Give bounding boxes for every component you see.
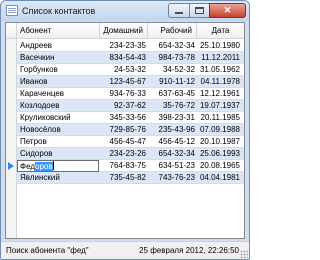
- column-header-home[interactable]: Домашний: [100, 23, 148, 39]
- table-row[interactable]: Васечкин 834-54-43 984-73-78 11.12.2011: [17, 52, 244, 64]
- cell-home-phone[interactable]: 764-83-75: [101, 160, 146, 172]
- minimize-icon: [175, 12, 183, 14]
- cell-name[interactable]: Явлинский: [20, 172, 98, 184]
- cell-date[interactable]: 04.11.1978: [197, 76, 240, 88]
- maximize-button[interactable]: [189, 3, 210, 18]
- cell-home-phone[interactable]: 735-45-82: [101, 172, 146, 184]
- cell-date[interactable]: 11.12.2011: [197, 52, 240, 64]
- cell-date[interactable]: 25.06.1993: [197, 148, 240, 160]
- table-row[interactable]: Явлинский 735-45-82 743-76-23 04.04.1981: [17, 172, 244, 184]
- cell-date[interactable]: 12.12.1961: [197, 88, 240, 100]
- cell-home-phone[interactable]: 123-45-67: [101, 76, 146, 88]
- cell-work-phone[interactable]: 637-63-45: [150, 88, 195, 100]
- resize-grip-icon[interactable]: [240, 250, 248, 258]
- cell-date[interactable]: 19.07.1937: [197, 100, 240, 112]
- cell-home-phone[interactable]: 92-37-62: [101, 100, 146, 112]
- cell-date[interactable]: 20.11.1985: [197, 112, 240, 124]
- cell-date[interactable]: 20.08.1965: [197, 160, 240, 172]
- table-row[interactable]: Федоров 764-83-75 634-51-23 20.08.1965: [17, 160, 244, 172]
- cell-work-phone[interactable]: 456-45-12: [150, 136, 195, 148]
- cell-work-phone[interactable]: 743-76-23: [150, 172, 195, 184]
- cell-work-phone[interactable]: 398-23-31: [150, 112, 195, 124]
- autocomplete-selection: оров: [35, 162, 53, 171]
- cell-name[interactable]: Иванов: [20, 76, 98, 88]
- contacts-grid[interactable]: Абонент Домашний Рабочий Дата Андреев 234…: [5, 22, 245, 239]
- cell-name[interactable]: Андреев: [20, 40, 98, 52]
- table-row[interactable]: Иванов 123-45-67 910-11-12 04.11.1978: [17, 76, 244, 88]
- cell-work-phone[interactable]: 34-52-32: [150, 64, 195, 76]
- minimize-button[interactable]: [168, 3, 190, 18]
- close-button[interactable]: ✕: [209, 3, 246, 18]
- cell-name[interactable]: Федоров: [17, 160, 99, 172]
- cell-name[interactable]: Петров: [20, 136, 98, 148]
- column-header-date[interactable]: Дата: [197, 23, 244, 39]
- cell-date[interactable]: 20.10.1987: [197, 136, 240, 148]
- cell-name[interactable]: Круликовский: [20, 112, 98, 124]
- cell-name[interactable]: Васечкин: [20, 52, 98, 64]
- contacts-window: Список контактов ✕ Абонент Домашний Рабо…: [0, 0, 250, 260]
- grid-header: Абонент Домашний Рабочий Дата: [6, 23, 244, 39]
- cell-name[interactable]: Сидоров: [20, 148, 98, 160]
- window-title: Список контактов: [22, 6, 96, 16]
- cell-work-phone[interactable]: 984-73-78: [150, 52, 195, 64]
- cell-home-phone[interactable]: 234-23-35: [101, 40, 146, 52]
- cell-home-phone[interactable]: 456-45-47: [101, 136, 146, 148]
- cell-home-phone[interactable]: 834-54-43: [101, 52, 146, 64]
- cell-work-phone[interactable]: 35-76-72: [150, 100, 195, 112]
- cell-date[interactable]: 04.04.1981: [197, 172, 240, 184]
- cell-work-phone[interactable]: 235-43-96: [150, 124, 195, 136]
- cell-name[interactable]: Козлодоев: [20, 100, 98, 112]
- cell-date[interactable]: 25.10.1980: [197, 40, 240, 52]
- table-row[interactable]: Петров 456-45-47 456-45-12 20.10.1987: [17, 136, 244, 148]
- title-bar[interactable]: Список контактов ✕: [1, 1, 249, 21]
- cell-work-phone[interactable]: 654-32-34: [150, 148, 195, 160]
- name-edit-field[interactable]: Федоров: [17, 160, 99, 172]
- row-indicator-column: [6, 23, 17, 238]
- table-row[interactable]: Сидоров 234-23-26 654-32-34 25.06.1993: [17, 148, 244, 160]
- typed-text: Фед: [20, 162, 36, 171]
- cell-home-phone[interactable]: 24-53-32: [101, 64, 146, 76]
- cell-date[interactable]: 31.05.1962: [197, 64, 240, 76]
- text-caret: [52, 161, 54, 170]
- table-row[interactable]: Козлодоев 92-37-62 35-76-72 19.07.1937: [17, 100, 244, 112]
- table-row[interactable]: Андреев 234-23-35 654-32-34 25.10.1980: [17, 40, 244, 52]
- table-row[interactable]: Круликовский 345-33-56 398-23-31 20.11.1985: [17, 112, 244, 124]
- cell-name[interactable]: Караченцев: [20, 88, 98, 100]
- column-header-name[interactable]: Абонент: [17, 23, 100, 39]
- cell-date[interactable]: 07.09.1988: [197, 124, 240, 136]
- column-header-work[interactable]: Рабочий: [148, 23, 197, 39]
- status-bar: Поиск абонента "фед" 25 февраля 2012, 22…: [1, 241, 249, 259]
- cell-home-phone[interactable]: 729-85-76: [101, 124, 146, 136]
- search-status: Поиск абонента "фед": [6, 246, 89, 255]
- table-row[interactable]: Караченцев 934-76-33 637-63-45 12.12.1961: [17, 88, 244, 100]
- close-icon: ✕: [223, 5, 232, 15]
- cell-work-phone[interactable]: 654-32-34: [150, 40, 195, 52]
- cell-name[interactable]: Новосёлов: [20, 124, 98, 136]
- cell-work-phone[interactable]: 634-51-23: [150, 160, 195, 172]
- cell-name[interactable]: Горбунков: [20, 64, 98, 76]
- cell-home-phone[interactable]: 345-33-56: [101, 112, 146, 124]
- current-row-arrow-icon: [8, 162, 14, 170]
- cell-work-phone[interactable]: 910-11-12: [150, 76, 195, 88]
- app-icon: [6, 5, 18, 16]
- header-corner: [6, 23, 17, 39]
- cell-home-phone[interactable]: 234-23-26: [101, 148, 146, 160]
- table-row[interactable]: Новосёлов 729-85-76 235-43-96 07.09.1988: [17, 124, 244, 136]
- cell-home-phone[interactable]: 934-76-33: [101, 88, 146, 100]
- table-row[interactable]: Горбунков 24-53-32 34-52-32 31.05.1962: [17, 64, 244, 76]
- datetime-status: 25 февраля 2012, 22:26:50: [139, 246, 239, 255]
- maximize-icon: [195, 7, 204, 14]
